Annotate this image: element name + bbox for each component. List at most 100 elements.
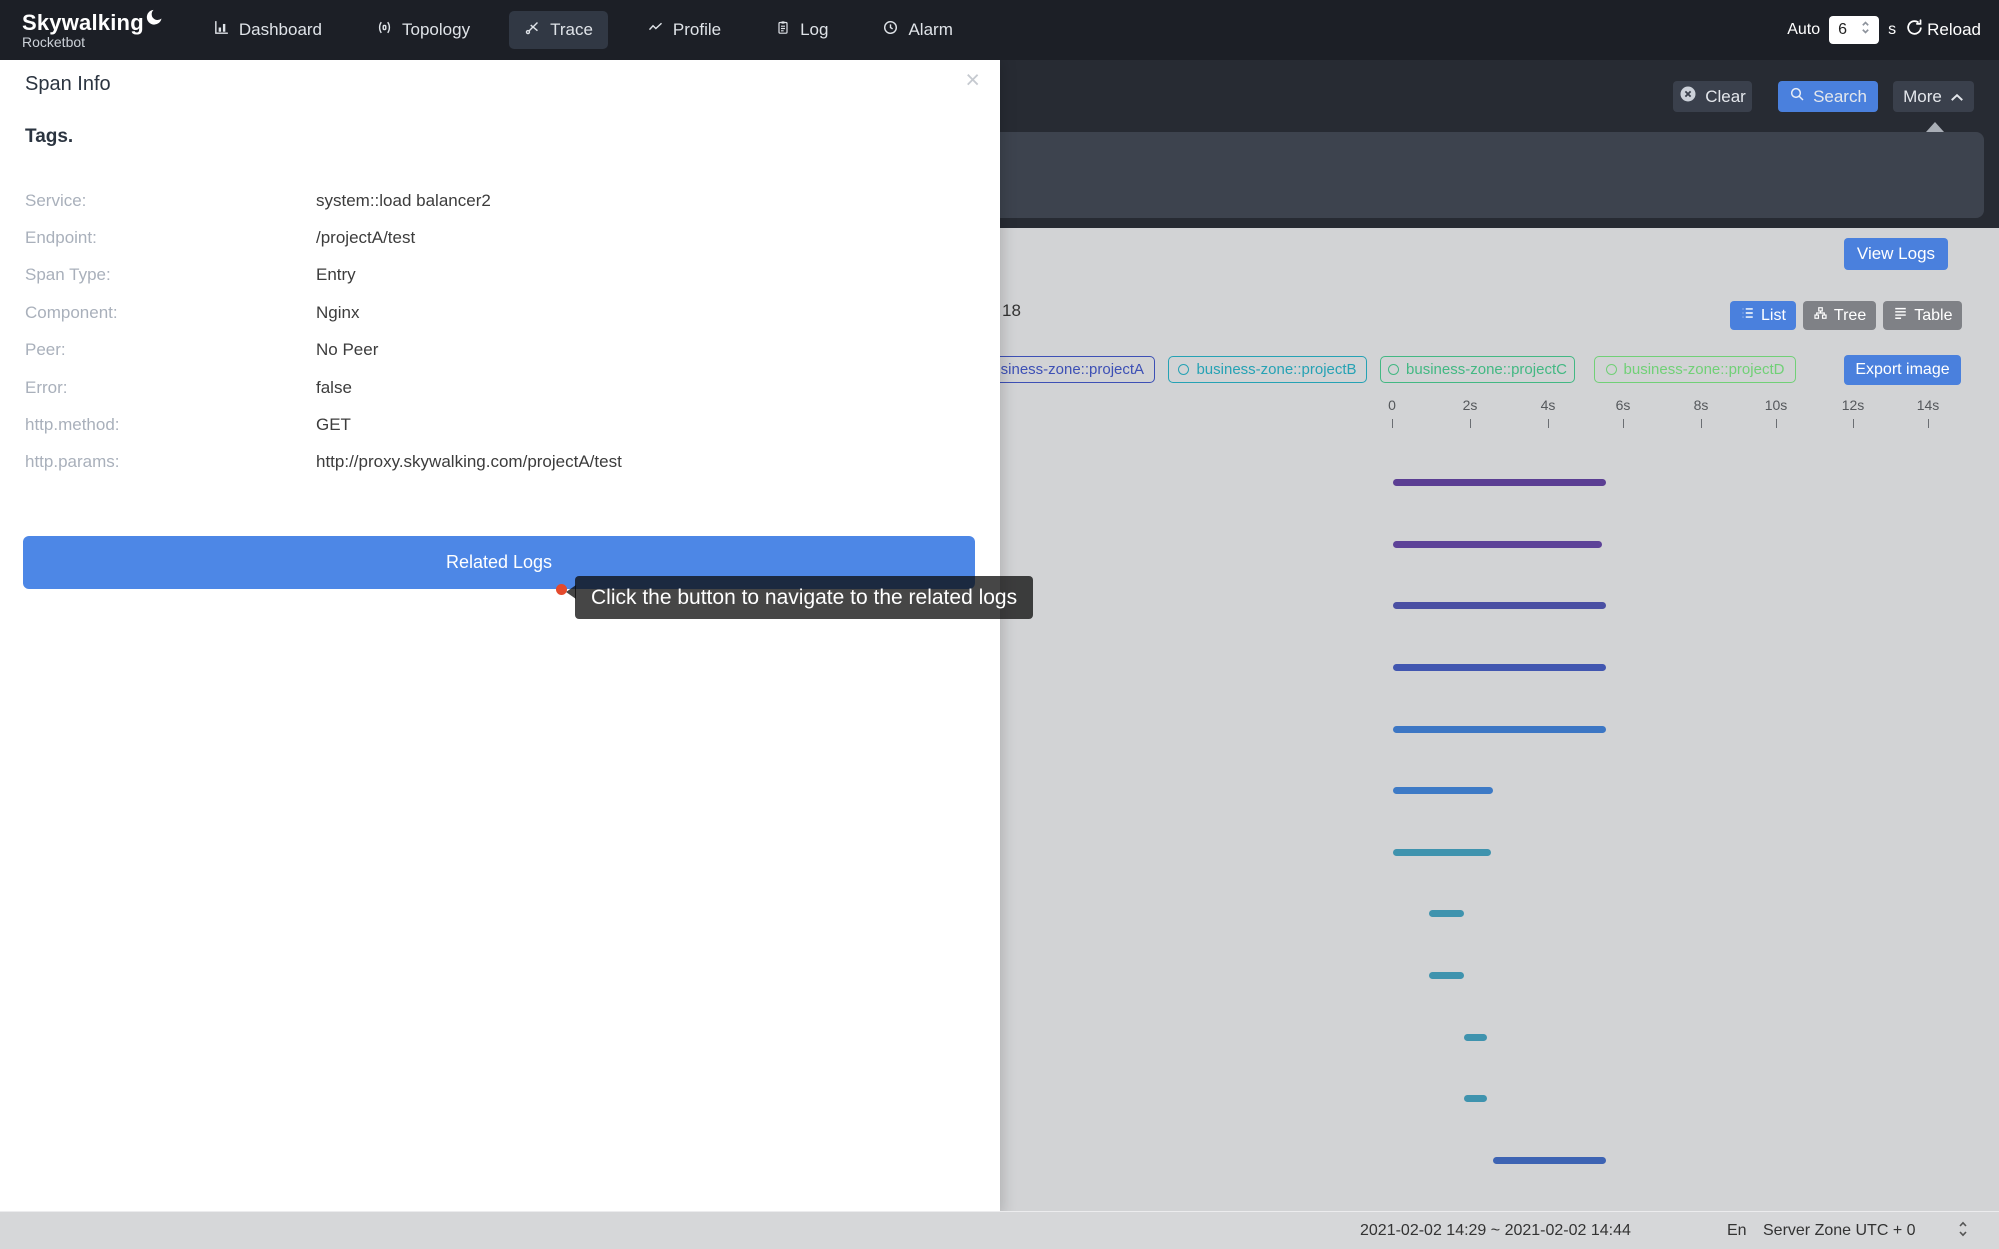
more-button[interactable]: More bbox=[1893, 81, 1974, 112]
reload-icon bbox=[1905, 18, 1924, 42]
view-mode-tree[interactable]: Tree bbox=[1803, 301, 1876, 330]
view-mode-table[interactable]: Table bbox=[1883, 301, 1962, 330]
time-range[interactable]: 2021-02-02 14:29 ~ 2021-02-02 14:44 bbox=[1360, 1222, 1631, 1240]
trace-span-bar[interactable] bbox=[1464, 1095, 1487, 1102]
view-mode-list[interactable]: List bbox=[1730, 301, 1796, 330]
tag-field-label: http.params: bbox=[0, 452, 316, 472]
axis-tick-mark bbox=[1776, 419, 1777, 428]
export-image-label: Export image bbox=[1855, 361, 1949, 379]
axis-tick-label: 0 bbox=[1370, 397, 1414, 413]
nav-item-topology[interactable]: Topology bbox=[361, 11, 485, 49]
legend-circle-icon bbox=[1388, 364, 1399, 375]
tag-field-value: /projectA/test bbox=[316, 228, 415, 248]
axis-tick-label: 14s bbox=[1906, 397, 1950, 413]
tag-field-value: system::load balancer2 bbox=[316, 191, 491, 211]
language-selector[interactable]: En bbox=[1727, 1222, 1747, 1240]
auto-interval-stepper[interactable] bbox=[1861, 19, 1870, 41]
legend-label: business-zone::projectA bbox=[984, 361, 1144, 378]
trace-span-bar[interactable] bbox=[1393, 849, 1491, 856]
export-image-button[interactable]: Export image bbox=[1844, 355, 1961, 385]
tag-field-label: Service: bbox=[0, 191, 316, 211]
timezone-label: Server Zone UTC + 0 bbox=[1763, 1222, 1916, 1240]
tag-field-row: Endpoint:/projectA/test bbox=[0, 219, 1000, 256]
axis-tick-mark bbox=[1548, 419, 1549, 428]
trace-span-bar[interactable] bbox=[1393, 479, 1606, 486]
tag-field-row: Span Type:Entry bbox=[0, 257, 1000, 294]
timezone-stepper[interactable] bbox=[1958, 1219, 1968, 1244]
nav-item-alarm[interactable]: Alarm bbox=[867, 11, 967, 49]
brand-title: Skywalking bbox=[22, 11, 144, 34]
alarm-icon bbox=[882, 19, 899, 41]
auto-unit-label: s bbox=[1888, 21, 1896, 39]
nav-item-label: Log bbox=[800, 20, 828, 40]
related-logs-label: Related Logs bbox=[446, 552, 552, 573]
tag-field-row: Error:false bbox=[0, 369, 1000, 406]
trace-span-bar[interactable] bbox=[1393, 541, 1602, 548]
trace-span-bar[interactable] bbox=[1393, 664, 1606, 671]
clear-label: Clear bbox=[1705, 87, 1746, 107]
legend-pill-projectB[interactable]: business-zone::projectB bbox=[1168, 356, 1367, 383]
tag-field-label: Span Type: bbox=[0, 265, 316, 285]
trace-span-bar[interactable] bbox=[1393, 602, 1606, 609]
trace-span-bar[interactable] bbox=[1464, 1034, 1487, 1041]
axis-tick-mark bbox=[1623, 419, 1624, 428]
reload-label: Reload bbox=[1927, 20, 1981, 40]
search-label: Search bbox=[1813, 87, 1867, 107]
search-button[interactable]: Search bbox=[1778, 81, 1878, 112]
clear-circle-x-icon bbox=[1679, 85, 1697, 108]
auto-interval-input[interactable] bbox=[1838, 21, 1858, 39]
nav-item-dashboard[interactable]: Dashboard bbox=[198, 11, 337, 49]
topology-icon bbox=[376, 19, 393, 41]
nav-item-profile[interactable]: Profile bbox=[632, 11, 736, 49]
legend-label: business-zone::projectC bbox=[1406, 361, 1567, 378]
related-logs-tooltip: Click the button to navigate to the rela… bbox=[575, 576, 1033, 619]
reload-button[interactable]: Reload bbox=[1905, 18, 1981, 42]
tags-section-heading: Tags. bbox=[25, 126, 73, 148]
clipped-trace-text: 18 bbox=[1002, 301, 1021, 321]
tag-field-value: http://proxy.skywalking.com/projectA/tes… bbox=[316, 452, 622, 472]
trace-span-bar[interactable] bbox=[1429, 910, 1463, 917]
nav-item-label: Topology bbox=[402, 20, 470, 40]
crescent-moon-icon bbox=[145, 8, 164, 32]
view-mode-label: List bbox=[1761, 307, 1786, 325]
trace-span-bar[interactable] bbox=[1493, 1157, 1606, 1164]
axis-tick-label: 8s bbox=[1679, 397, 1723, 413]
span-info-modal: Span Info × Tags. Service:system::load b… bbox=[0, 60, 1000, 1216]
top-nav: Skywalking Rocketbot Dashboard Topology Tr… bbox=[0, 0, 1999, 60]
trace-span-bar[interactable] bbox=[1429, 972, 1463, 979]
auto-label: Auto bbox=[1787, 21, 1820, 39]
axis-tick-mark bbox=[1853, 419, 1854, 428]
tag-field-row: http.method:GET bbox=[0, 406, 1000, 443]
auto-interval-box bbox=[1829, 16, 1879, 44]
legend-label: business-zone::projectB bbox=[1196, 361, 1356, 378]
view-logs-button[interactable]: View Logs bbox=[1844, 238, 1948, 270]
tag-field-label: http.method: bbox=[0, 415, 316, 435]
nav-item-label: Profile bbox=[673, 20, 721, 40]
trace-span-bar[interactable] bbox=[1393, 787, 1493, 794]
clear-button[interactable]: Clear bbox=[1673, 81, 1752, 112]
nav-item-trace[interactable]: Trace bbox=[509, 11, 608, 49]
nav-item-label: Dashboard bbox=[239, 20, 322, 40]
search-icon bbox=[1789, 86, 1805, 107]
axis-tick-label: 10s bbox=[1754, 397, 1798, 413]
tag-field-row: Service:system::load balancer2 bbox=[0, 182, 1000, 219]
cursor-dot bbox=[556, 584, 567, 595]
nav-item-log[interactable]: Log bbox=[760, 11, 843, 49]
legend-pill-projectD[interactable]: business-zone::projectD bbox=[1594, 356, 1796, 383]
tag-field-row: Component:Nginx bbox=[0, 294, 1000, 331]
legend-pill-projectC[interactable]: business-zone::projectC bbox=[1380, 356, 1575, 383]
legend-circle-icon bbox=[1606, 364, 1617, 375]
brand-logo[interactable]: Skywalking Rocketbot bbox=[22, 11, 164, 50]
view-mode-label: Tree bbox=[1834, 307, 1866, 325]
tag-field-label: Peer: bbox=[0, 340, 316, 360]
view-mode-switcher: List Tree Table bbox=[1730, 301, 1962, 330]
nav-item-label: Alarm bbox=[908, 20, 952, 40]
close-icon[interactable]: × bbox=[965, 66, 980, 95]
nav-item-label: Trace bbox=[550, 20, 593, 40]
axis-tick-label: 12s bbox=[1831, 397, 1875, 413]
tag-fields: Service:system::load balancer2Endpoint:/… bbox=[0, 182, 1000, 481]
axis-tick-label: 2s bbox=[1448, 397, 1492, 413]
more-panel-arrow-icon bbox=[1926, 122, 1944, 132]
table-icon bbox=[1893, 306, 1908, 325]
trace-span-bar[interactable] bbox=[1393, 726, 1606, 733]
